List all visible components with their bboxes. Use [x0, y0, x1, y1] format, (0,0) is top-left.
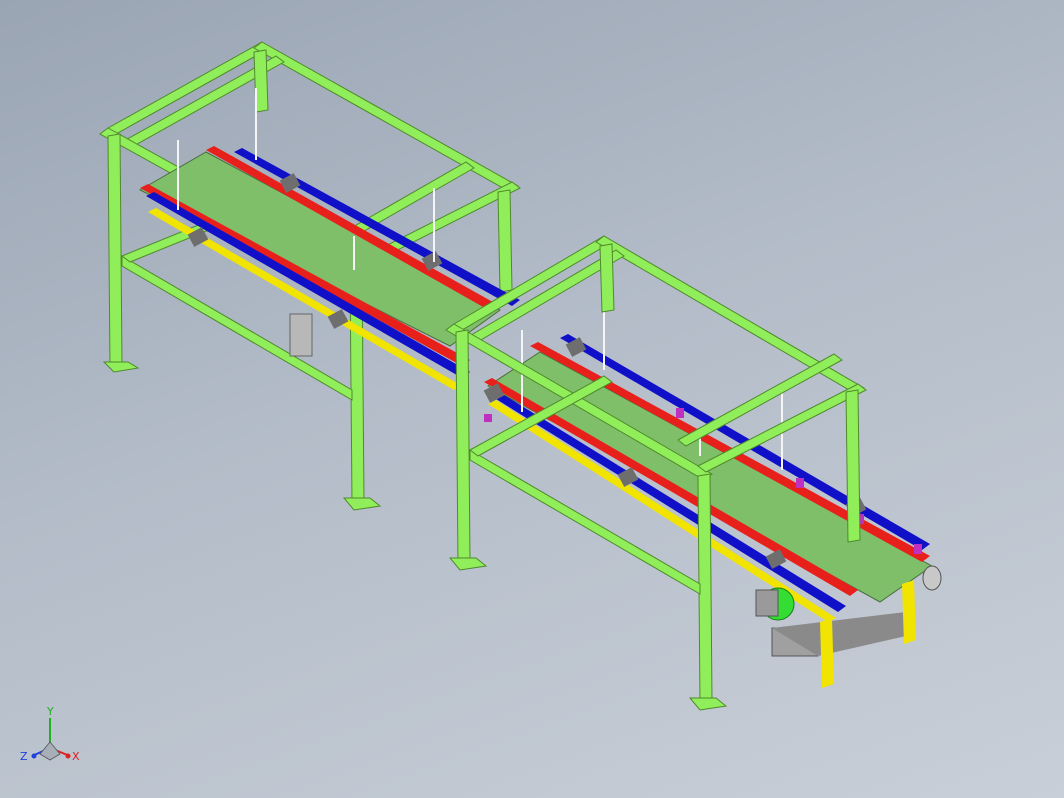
triad-x-label: X: [72, 750, 80, 763]
coordinate-triad: Y X Z: [20, 705, 80, 763]
conveyor-model-view[interactable]: [0, 0, 1064, 798]
triad-center: [39, 741, 61, 761]
triad-z-label: Z: [20, 750, 28, 763]
right-conveyor-section: [483, 282, 942, 688]
triad-y-label: Y: [46, 705, 54, 718]
graphics-viewport[interactable]: Y X Z: [0, 0, 1064, 798]
